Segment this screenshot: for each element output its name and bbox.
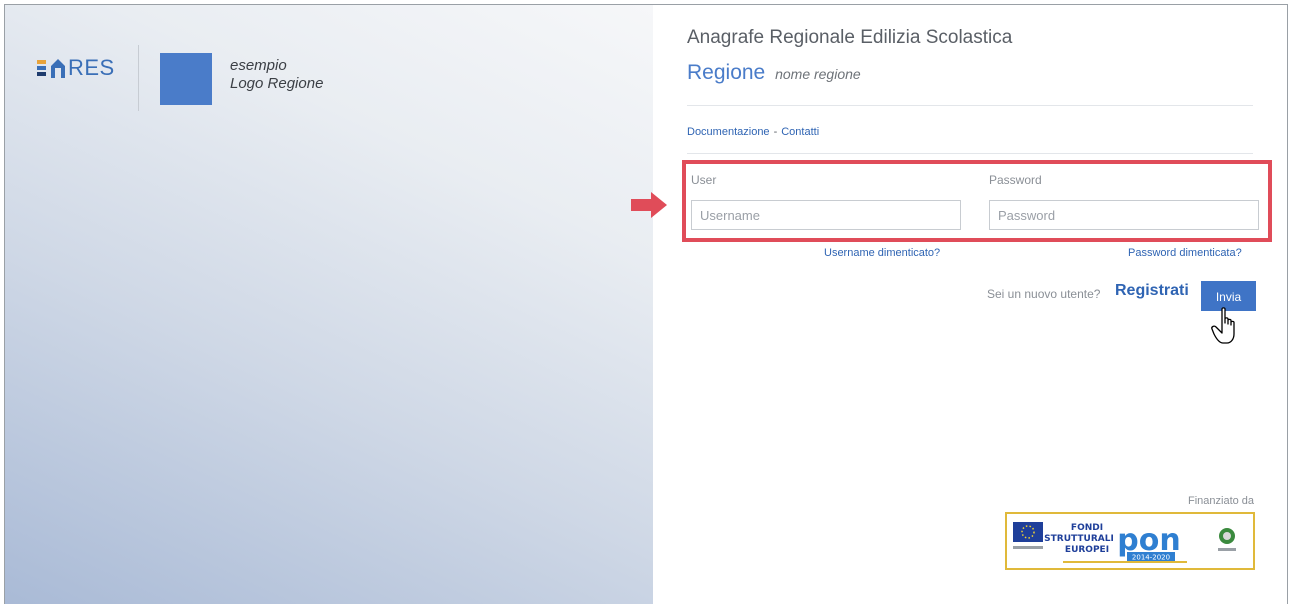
- house-icon: [51, 59, 65, 78]
- pon-funding-logo: FONDI STRUTTURALI EUROPEI pon 2014-2020: [1005, 512, 1255, 570]
- documentation-link[interactable]: Documentazione: [687, 126, 770, 138]
- top-links: Documentazione - Contatti: [687, 126, 819, 138]
- funded-by-label: Finanziato da: [1188, 495, 1255, 507]
- region-logo-text: esempio Logo Regione: [230, 57, 323, 93]
- login-page: RES esempio Logo Regione Anagrafe Region…: [4, 4, 1288, 604]
- header-divider: [687, 105, 1253, 106]
- pon-years: 2014-2020: [1132, 554, 1170, 562]
- logo-divider: [138, 45, 139, 111]
- arrow-right-icon: [631, 192, 667, 218]
- region-logo-placeholder: [160, 53, 212, 105]
- region-heading: Regione nome regione: [687, 61, 861, 85]
- links-divider: [687, 153, 1253, 154]
- left-panel: RES esempio Logo Regione: [5, 5, 653, 604]
- forgot-password-link[interactable]: Password dimenticata?: [1128, 247, 1242, 259]
- region-logo-line2: Logo Regione: [230, 75, 324, 92]
- region-logo-line1: esempio: [230, 57, 287, 74]
- ares-bars-icon: [37, 60, 46, 76]
- pon-logo-graphic: FONDI STRUTTURALI EUROPEI pon 2014-2020: [1013, 522, 1236, 563]
- register-link[interactable]: Registrati: [1115, 282, 1189, 300]
- funds-line3: EUROPEI: [1065, 545, 1109, 555]
- user-label: User: [691, 173, 717, 187]
- right-panel: Anagrafe Regionale Edilizia Scolastica R…: [631, 5, 1287, 604]
- region-name: nome regione: [775, 66, 861, 82]
- ares-logo-text: RES: [68, 55, 115, 80]
- forgot-username-link[interactable]: Username dimenticato?: [824, 247, 940, 259]
- contacts-link[interactable]: Contatti: [781, 126, 819, 138]
- password-label: Password: [989, 173, 1042, 187]
- links-separator: -: [773, 126, 778, 138]
- funds-line1: FONDI: [1071, 523, 1103, 533]
- funds-line2: STRUTTURALI: [1044, 534, 1114, 544]
- password-input[interactable]: [989, 200, 1259, 230]
- region-label: Regione: [687, 61, 766, 84]
- ares-logo: RES: [37, 55, 115, 81]
- app-title: Anagrafe Regionale Edilizia Scolastica: [687, 27, 1013, 48]
- hand-cursor-icon: [1211, 307, 1235, 344]
- new-user-text: Sei un nuovo utente?: [987, 287, 1101, 301]
- username-input[interactable]: [691, 200, 961, 230]
